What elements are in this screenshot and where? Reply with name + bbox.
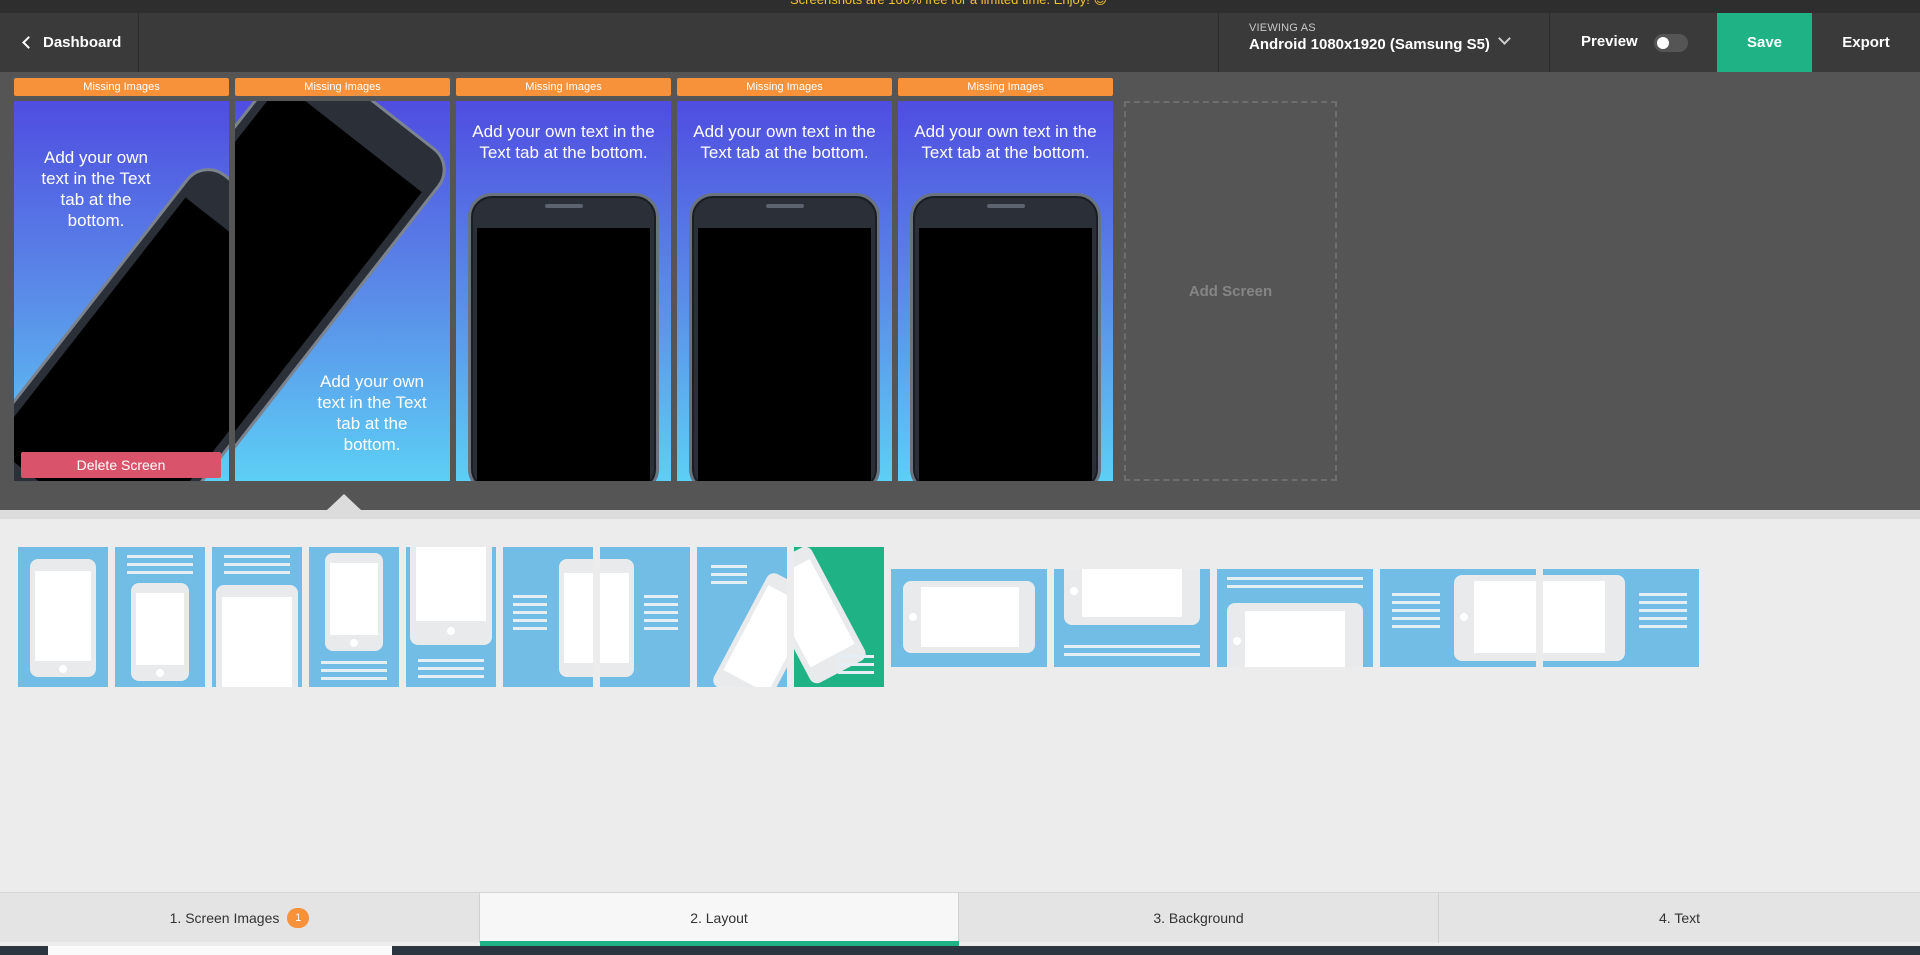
tab-count-badge: 1	[287, 908, 310, 928]
back-label: Dashboard	[43, 34, 122, 51]
layout-option[interactable]	[1543, 569, 1699, 667]
screen-preview[interactable]: Add your own text in the Text tab at the…	[456, 101, 671, 481]
screen-card[interactable]: Missing Images Add your own text in the …	[456, 78, 671, 481]
missing-images-badge: Missing Images	[677, 78, 892, 96]
back-to-dashboard-button[interactable]: Dashboard	[0, 13, 139, 72]
screen-caption: Add your own text in the Text tab at the…	[317, 372, 427, 454]
screen-caption: Add your own text in the Text tab at the…	[693, 122, 876, 162]
screen-caption: Add your own text in the Text tab at the…	[472, 122, 655, 162]
tab-label: 1. Screen Images	[169, 910, 280, 926]
missing-images-badge: Missing Images	[456, 78, 671, 96]
missing-images-badge: Missing Images	[898, 78, 1113, 96]
layout-option[interactable]	[1054, 569, 1210, 667]
tab-screen-images[interactable]: 1. Screen Images 1	[0, 893, 480, 943]
layout-option[interactable]	[600, 547, 690, 687]
missing-images-badge: Missing Images	[14, 78, 229, 96]
divider-strip	[0, 510, 1920, 519]
tab-layout[interactable]: 2. Layout	[480, 893, 959, 943]
device-selector[interactable]: VIEWING AS Android 1080x1920 (Samsung S5…	[1218, 13, 1550, 72]
layout-option-selected[interactable]	[794, 547, 884, 687]
tab-label: 3. Background	[1153, 910, 1244, 926]
tab-label: 2. Layout	[690, 910, 748, 926]
announcement-text: Screenshots are 100% free for a limited …	[790, 0, 1107, 8]
tab-background[interactable]: 3. Background	[959, 893, 1439, 943]
layout-option[interactable]	[212, 547, 302, 687]
phone-mockup	[910, 193, 1101, 481]
screen-card[interactable]: Missing Images Add your own text in the …	[14, 78, 229, 481]
tab-label: 4. Text	[1659, 910, 1700, 926]
layout-option[interactable]	[503, 547, 593, 687]
screen-card[interactable]: Missing Images Add your own text in the …	[898, 78, 1113, 481]
preview-toggle[interactable]	[1654, 34, 1688, 52]
screen-caption: Add your own text in the Text tab at the…	[914, 122, 1097, 162]
missing-images-badge: Missing Images	[235, 78, 450, 96]
layout-option[interactable]	[115, 547, 205, 687]
preview-label: Preview	[1581, 33, 1638, 50]
layout-option[interactable]	[1380, 569, 1536, 667]
taskbar-search	[48, 946, 392, 955]
delete-screen-button[interactable]: Delete Screen	[21, 452, 221, 478]
add-screen-button[interactable]: Add Screen	[1124, 101, 1337, 481]
screen-card[interactable]: Missing Images Add your own text in the …	[235, 78, 450, 481]
screen-preview[interactable]: Add your own text in the Text tab at the…	[677, 101, 892, 481]
phone-mockup	[689, 193, 880, 481]
announcement-bar: Screenshots are 100% free for a limited …	[0, 0, 1920, 13]
selected-screen-pointer	[327, 494, 361, 510]
layout-option[interactable]	[697, 547, 787, 687]
save-button[interactable]: Save	[1717, 13, 1812, 72]
screen-card[interactable]: Missing Images Add your own text in the …	[677, 78, 892, 481]
layout-option[interactable]	[891, 569, 1047, 667]
screen-preview[interactable]: Add your own text in the Text tab at the…	[14, 101, 229, 481]
layout-option[interactable]	[1217, 569, 1373, 667]
toggle-knob	[1657, 37, 1669, 49]
chevron-left-icon	[22, 36, 35, 49]
layout-option[interactable]	[18, 547, 108, 687]
screen-caption: Add your own text in the Text tab at the…	[41, 148, 151, 230]
layout-option[interactable]	[309, 547, 399, 687]
screen-preview[interactable]: Add your own text in the Text tab at the…	[898, 101, 1113, 481]
tab-text[interactable]: 4. Text	[1439, 893, 1920, 943]
layout-option[interactable]	[406, 547, 496, 687]
screen-preview[interactable]: Add your own text in the Text tab at the…	[235, 101, 450, 481]
top-bar: Dashboard VIEWING AS Android 1080x1920 (…	[0, 13, 1920, 72]
export-button[interactable]: Export	[1812, 13, 1920, 72]
phone-mockup	[468, 193, 659, 481]
editor-tabs: 1. Screen Images 1 2. Layout 3. Backgrou…	[0, 892, 1920, 943]
